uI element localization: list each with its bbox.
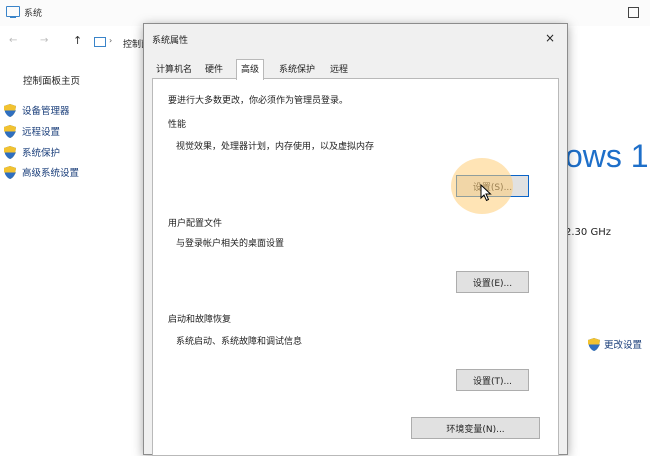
sidebar-item-label: 远程设置 [22,127,61,138]
tab-hardware[interactable]: 硬件 [201,62,227,78]
back-arrow-icon[interactable]: ← [9,35,17,46]
mouse-cursor-icon [480,184,492,202]
cpu-speed: 2.30 GHz [565,227,611,238]
change-settings-link[interactable]: 更改设置 [588,337,642,351]
shield-icon [4,124,16,138]
tab-panel-advanced: 要进行大多数更改，你必须作为管理员登录。 性能 视觉效果，处理器计划，内存使用，… [152,78,559,456]
dialog-title: 系统属性 [152,36,189,46]
shield-icon [4,145,16,159]
forward-arrow-icon[interactable]: → [40,35,48,46]
startup-recovery-heading: 启动和故障恢复 [168,315,232,325]
admin-note: 要进行大多数更改，你必须作为管理员登录。 [168,96,349,106]
sidebar-item-label: 高级系统设置 [22,168,80,179]
shield-icon [588,337,600,351]
shield-icon [4,103,16,117]
system-properties-dialog: 系统属性 × 计算机名 硬件 高级 系统保护 远程 要进行大多数更改，你必须作为… [143,23,568,456]
sidebar-item-system-protection[interactable]: 系统保护 [4,145,60,159]
system-icon [6,6,20,18]
sidebar-item-advanced-settings[interactable]: 高级系统设置 [4,165,79,179]
user-profiles-settings-button[interactable]: 设置(E)... [456,271,529,293]
maximize-icon[interactable] [628,7,639,18]
user-profiles-description: 与登录帐户相关的桌面设置 [176,239,285,249]
user-profiles-heading: 用户配置文件 [168,219,223,229]
windows-logo-text: ows 1 [565,138,649,174]
performance-description: 视觉效果，处理器计划，内存使用，以及虚拟内存 [176,142,375,152]
sidebar-item-device-manager[interactable]: 设备管理器 [4,103,70,117]
control-panel-home-link[interactable]: 控制面板主页 [23,73,80,87]
environment-variables-button[interactable]: 环境变量(N)... [411,417,540,439]
sidebar-item-label: 系统保护 [22,148,61,159]
tab-system-protection[interactable]: 系统保护 [275,62,319,78]
tab-remote[interactable]: 远程 [326,62,352,78]
performance-heading: 性能 [168,120,187,130]
startup-recovery-settings-button[interactable]: 设置(T)... [456,369,529,391]
chevron-right-icon[interactable]: › [109,36,112,45]
tab-advanced[interactable]: 高级 [236,59,265,80]
change-settings-label: 更改设置 [604,340,643,351]
sidebar-item-remote-settings[interactable]: 远程设置 [4,124,60,138]
sidebar-item-label: 设备管理器 [22,106,70,117]
shield-icon [4,165,16,179]
tab-computer-name[interactable]: 计算机名 [152,62,196,78]
close-icon[interactable]: × [545,31,555,45]
up-arrow-icon[interactable]: ↑ [73,34,82,47]
control-panel-icon [94,37,106,47]
background-window-title: 系统 [24,9,43,19]
startup-recovery-description: 系统启动、系统故障和调试信息 [176,337,303,347]
